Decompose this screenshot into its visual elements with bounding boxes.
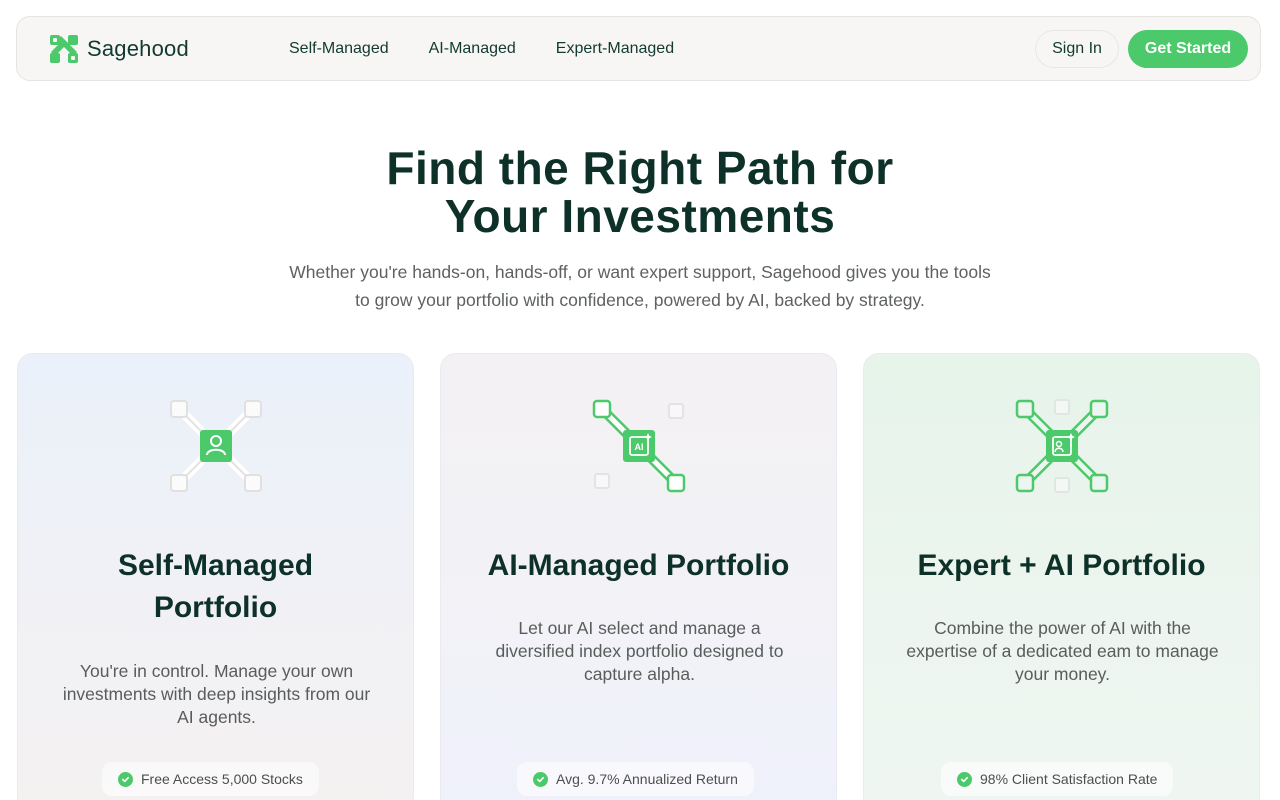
page-subtitle-line2: to grow your portfolio with confidence, … (355, 290, 925, 310)
badge-label: Free Access 5,000 Stocks (141, 771, 303, 787)
card-description: Let our AI select and manage a diversifi… (461, 617, 818, 686)
card-desc-line: You're in control. Manage your own (79, 661, 354, 681)
user-node-icon (170, 400, 262, 492)
expert-ai-card[interactable]: Expert + AI Portfolio Combine the power … (863, 353, 1260, 800)
brand[interactable]: Sagehood (49, 34, 189, 64)
check-circle-icon (118, 771, 133, 787)
check-circle-icon (957, 771, 972, 787)
card-desc-line: your money. (1015, 664, 1110, 684)
page-subtitle-line1: Whether you're hands-on, hands-off, or w… (289, 262, 991, 282)
page-title: Find the Right Path for Your Investments (0, 144, 1280, 240)
feature-badge: Avg. 9.7% Annualized Return (517, 762, 754, 796)
check-circle-icon (533, 771, 548, 787)
card-desc-line: diversified index portfolio designed to (495, 641, 784, 661)
feature-badge: 98% Client Satisfaction Rate (941, 762, 1174, 796)
card-desc-line: capture alpha. (584, 664, 695, 684)
ai-node-icon: AI (592, 399, 686, 493)
badge-label: Avg. 9.7% Annualized Return (556, 771, 738, 787)
top-navbar: Sagehood Self-Managed AI-Managed Expert-… (16, 16, 1261, 81)
nav-expert-managed[interactable]: Expert-Managed (556, 40, 674, 58)
sagehood-logo-icon (50, 35, 78, 63)
page-title-line2: Your Investments (444, 190, 836, 242)
card-title-line1: Expert + AI Portfolio (917, 549, 1206, 582)
badge-label: 98% Client Satisfaction Rate (980, 771, 1158, 787)
nav-self-managed[interactable]: Self-Managed (289, 40, 389, 58)
ai-managed-card[interactable]: AI AI-Managed Portfolio Let our AI selec… (440, 353, 837, 800)
expert-ai-node-icon (1015, 399, 1109, 493)
self-managed-card[interactable]: Self-Managed Portfolio You're in control… (17, 353, 414, 800)
card-description: You're in control. Manage your own inves… (38, 660, 395, 729)
card-title: AI-Managed Portfolio (441, 545, 836, 587)
card-title-line1: AI-Managed Portfolio (487, 549, 790, 582)
card-description: Combine the power of AI with the experti… (884, 617, 1241, 686)
sign-in-button[interactable]: Sign In (1035, 30, 1119, 68)
card-desc-line: Combine the power of AI with the (934, 618, 1191, 638)
nav-links: Self-Managed AI-Managed Expert-Managed (289, 17, 674, 80)
card-title: Expert + AI Portfolio (864, 545, 1259, 587)
card-title-line2: Portfolio (153, 591, 278, 624)
svg-text:AI: AI (635, 442, 644, 452)
card-title-line1: Self-Managed (117, 549, 314, 582)
card-desc-line: expertise of a dedicated eam to manage (906, 641, 1219, 661)
feature-badge: Free Access 5,000 Stocks (102, 762, 319, 796)
card-desc-line: investments with deep insights from our (62, 684, 371, 704)
card-title: Self-Managed Portfolio (18, 545, 413, 629)
card-desc-line: AI agents. (177, 707, 256, 727)
card-desc-line: Let our AI select and manage a (518, 618, 761, 638)
page-title-line1: Find the Right Path for (386, 142, 894, 194)
brand-name: Sagehood (87, 36, 189, 61)
get-started-button[interactable]: Get Started (1128, 30, 1248, 68)
nav-ai-managed[interactable]: AI-Managed (429, 40, 516, 58)
page-subtitle: Whether you're hands-on, hands-off, or w… (240, 258, 1040, 314)
